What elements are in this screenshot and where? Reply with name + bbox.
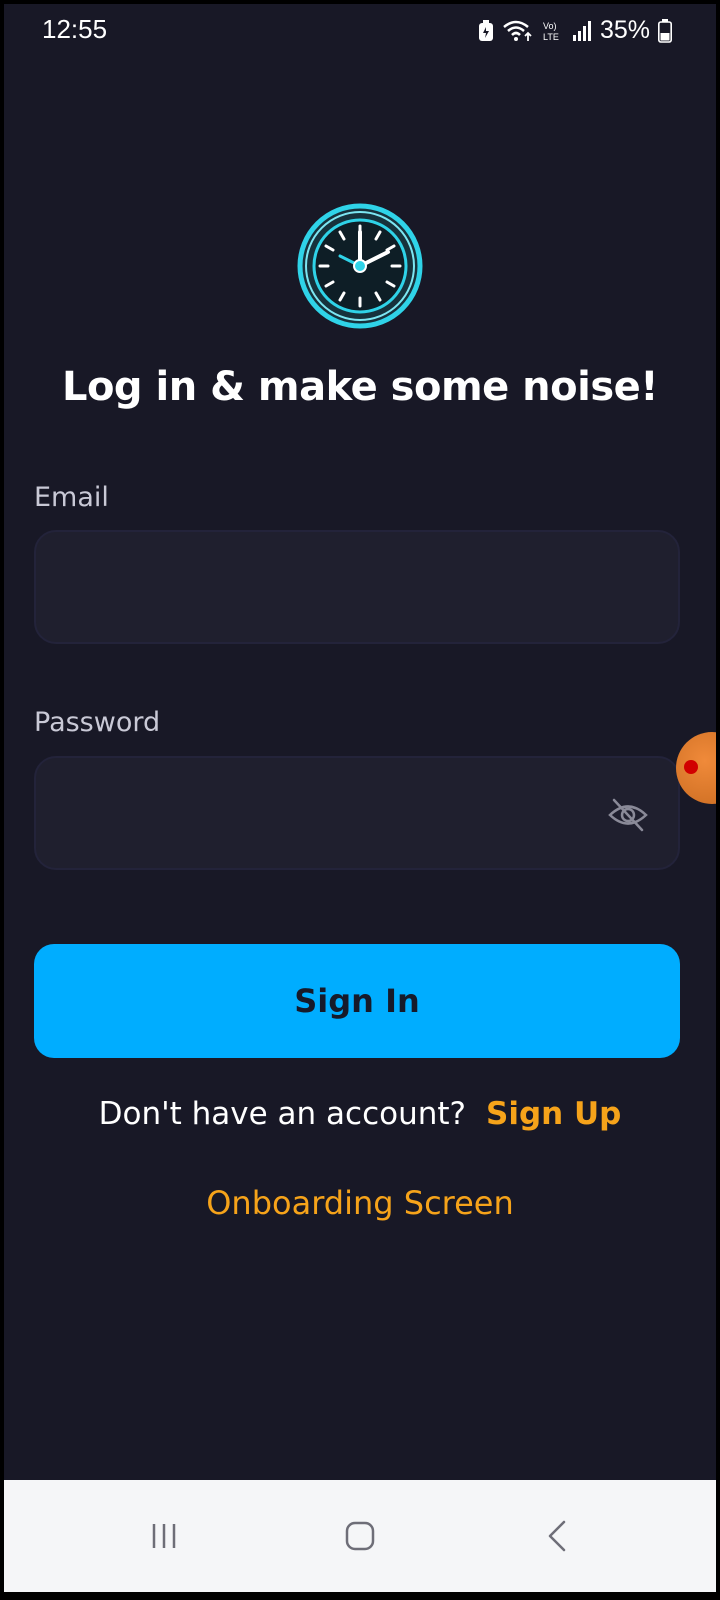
email-label: Email [34,482,109,513]
signal-icon [572,20,592,42]
back-icon[interactable] [528,1506,588,1566]
clock-logo-icon [296,202,424,330]
password-label: Password [34,707,161,738]
battery-saver-icon [478,19,494,42]
volte-icon: Vo) LTE [542,19,564,43]
email-field[interactable] [56,532,600,644]
record-dot-icon [684,760,698,774]
status-icons: Vo) LTE 35% [478,16,672,45]
sign-up-link[interactable]: Sign Up [486,1096,621,1132]
sign-in-button[interactable]: Sign In [34,944,680,1058]
status-time: 12:55 [42,14,108,44]
login-screen: 12:55 Vo) LTE 35% Log in & make some noi… [4,4,716,1592]
status-bar: 12:55 Vo) LTE 35% [4,4,716,56]
page-title: Log in & make some noise! [61,364,659,410]
password-field[interactable] [56,758,600,870]
svg-text:LTE: LTE [543,32,559,42]
floating-bubble[interactable] [676,732,716,804]
home-icon[interactable] [330,1506,390,1566]
battery-icon [658,18,672,43]
battery-percent: 35% [599,16,650,44]
password-field-container[interactable] [34,756,680,870]
eye-off-icon[interactable] [606,796,650,834]
signup-row: Don't have an account? Sign Up [4,1096,716,1132]
recents-icon[interactable] [134,1506,194,1566]
navigation-bar [4,1480,716,1592]
signup-question: Don't have an account? [98,1096,466,1132]
onboarding-screen-link[interactable]: Onboarding Screen [4,1184,716,1222]
wifi-icon [502,19,534,43]
email-field-container[interactable] [34,530,680,644]
svg-text:Vo): Vo) [543,21,557,31]
